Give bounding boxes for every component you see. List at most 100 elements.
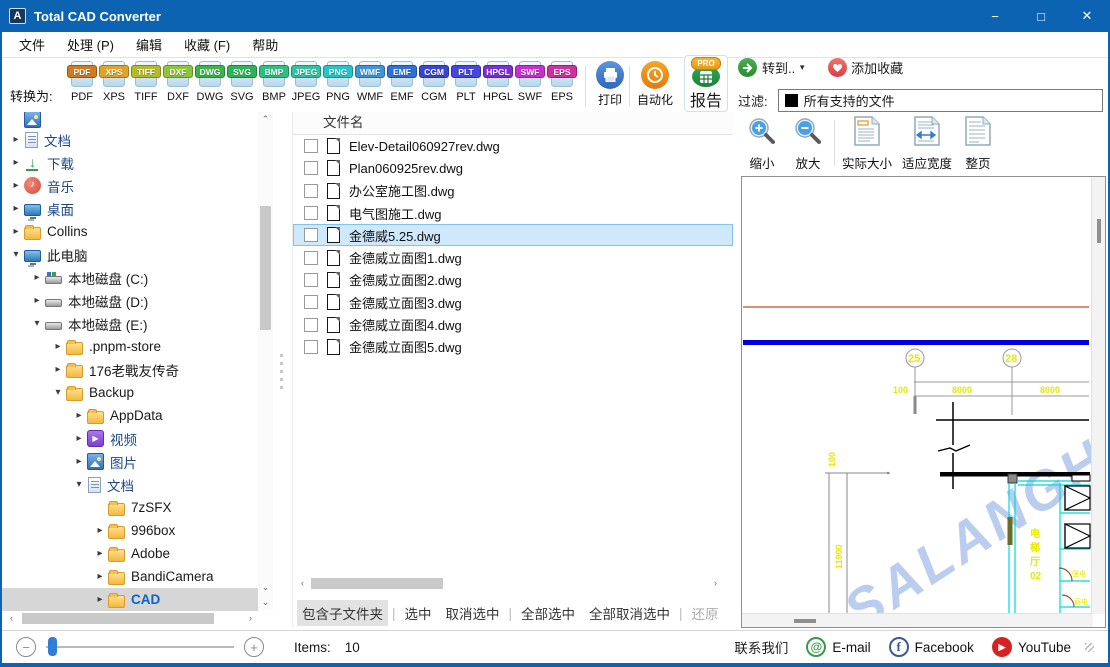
resize-grip[interactable] bbox=[1085, 643, 1094, 652]
file-checkbox[interactable] bbox=[304, 206, 318, 220]
format-button-svg[interactable]: SVGSVG bbox=[226, 60, 258, 103]
format-button-png[interactable]: PNGPNG bbox=[322, 60, 354, 103]
file-checkbox[interactable] bbox=[304, 228, 318, 242]
expander-icon[interactable]: ▸ bbox=[10, 226, 22, 237]
footer-button-4[interactable]: 全部选中 bbox=[516, 600, 580, 626]
format-button-plt[interactable]: PLTPLT bbox=[450, 60, 482, 103]
expander-icon[interactable]: ▸ bbox=[31, 272, 43, 283]
footer-button-6[interactable]: 还原 bbox=[687, 600, 724, 626]
file-row[interactable]: 金德威立面图3.dwg bbox=[293, 291, 733, 313]
zoom-out-button[interactable]: 缩小 bbox=[746, 116, 778, 172]
expander-icon[interactable]: ▸ bbox=[94, 525, 106, 536]
menu-favorites[interactable]: 收藏 (F) bbox=[173, 35, 241, 54]
tree-item-桌面[interactable]: ▸桌面 bbox=[2, 197, 258, 220]
tree-item-AppData[interactable]: ▸AppData bbox=[2, 404, 258, 427]
expander-icon[interactable]: ▸ bbox=[94, 548, 106, 559]
tree-item-CAD[interactable]: ▸CAD bbox=[2, 588, 258, 611]
menu-help[interactable]: 帮助 bbox=[241, 35, 289, 54]
file-checkbox[interactable] bbox=[304, 161, 318, 175]
expander-open-icon[interactable]: ▾ bbox=[31, 318, 43, 329]
tree-item-图片[interactable]: ▸图片 bbox=[2, 450, 258, 473]
report-button[interactable]: PRO 报告 bbox=[684, 55, 728, 112]
expander-icon[interactable]: ▸ bbox=[73, 410, 85, 421]
youtube-link[interactable]: ▶ YouTube bbox=[992, 637, 1071, 657]
tree-item-Adobe[interactable]: ▸Adobe bbox=[2, 542, 258, 565]
zoom-in-button[interactable]: 放大 bbox=[792, 116, 824, 172]
maximize-button[interactable]: □ bbox=[1018, 0, 1064, 32]
actual-size-button[interactable]: 实际大小 bbox=[838, 116, 896, 172]
close-button[interactable]: ✕ bbox=[1064, 0, 1110, 32]
format-button-pdf[interactable]: PDFPDF bbox=[66, 60, 98, 103]
thumbnail-zoom-in-button[interactable]: + bbox=[244, 637, 264, 657]
tree-item-文档[interactable]: ▾文档 bbox=[2, 473, 258, 496]
file-row[interactable]: 金德威立面图1.dwg bbox=[293, 246, 733, 268]
slider-thumb[interactable] bbox=[48, 637, 57, 656]
format-button-emf[interactable]: EMFEMF bbox=[386, 60, 418, 103]
email-link[interactable]: @ E-mail bbox=[806, 637, 870, 657]
file-checkbox[interactable] bbox=[304, 184, 318, 198]
tree-item-视频[interactable]: ▸▶视频 bbox=[2, 427, 258, 450]
file-row[interactable]: Plan060925rev.dwg bbox=[293, 157, 733, 179]
goto-button[interactable]: 转到.. ▼ bbox=[738, 58, 806, 77]
format-button-dwg[interactable]: DWGDWG bbox=[194, 60, 226, 103]
tree-item-176老戰友传奇[interactable]: ▸176老戰友传奇 bbox=[2, 358, 258, 381]
format-button-hpgl[interactable]: HPGLHPGL bbox=[482, 60, 514, 103]
format-button-tiff[interactable]: TIFFTIFF bbox=[130, 60, 162, 103]
footer-button-5[interactable]: 全部取消选中 bbox=[584, 600, 675, 626]
expander-open-icon[interactable]: ▾ bbox=[52, 387, 64, 398]
print-button[interactable]: 打印 bbox=[587, 61, 633, 108]
whole-page-button[interactable]: 整页 bbox=[960, 116, 996, 172]
menu-edit[interactable]: 编辑 bbox=[125, 35, 173, 54]
format-button-cgm[interactable]: CGMCGM bbox=[418, 60, 450, 103]
tree-item-7zSFX[interactable]: 7zSFX bbox=[2, 496, 258, 519]
panel-splitter[interactable] bbox=[274, 112, 290, 628]
preview-vertical-scrollbar[interactable] bbox=[1091, 177, 1105, 614]
expander-icon[interactable]: ▸ bbox=[94, 571, 106, 582]
fit-width-button[interactable]: 适应宽度 bbox=[898, 116, 956, 172]
tree-item-996box[interactable]: ▸996box bbox=[2, 519, 258, 542]
tree-vertical-scrollbar[interactable]: ⌃ ⌄ ⌄ bbox=[258, 112, 273, 610]
tree-item-下载[interactable]: ▸↓下载 bbox=[2, 151, 258, 174]
file-checkbox[interactable] bbox=[304, 139, 318, 153]
expander-icon[interactable]: ▸ bbox=[73, 433, 85, 444]
expander-icon[interactable]: ▸ bbox=[10, 203, 22, 214]
expander-icon[interactable]: ▸ bbox=[10, 134, 22, 145]
file-row[interactable]: 金德威立面图4.dwg bbox=[293, 313, 733, 335]
format-button-dxf[interactable]: DXFDXF bbox=[162, 60, 194, 103]
file-checkbox[interactable] bbox=[304, 251, 318, 265]
menu-file[interactable]: 文件 bbox=[8, 35, 56, 54]
expander-icon[interactable]: ▸ bbox=[10, 180, 22, 191]
file-checkbox[interactable] bbox=[304, 318, 318, 332]
expander-open-icon[interactable]: ▾ bbox=[10, 249, 22, 260]
file-checkbox[interactable] bbox=[304, 340, 318, 354]
format-button-swf[interactable]: SWFSWF bbox=[514, 60, 546, 103]
expander-icon[interactable]: ▸ bbox=[10, 157, 22, 168]
tree-item-.pnpm-store[interactable]: ▸.pnpm-store bbox=[2, 335, 258, 358]
expander-icon[interactable]: ▸ bbox=[31, 295, 43, 306]
file-row[interactable]: 金德威5.25.dwg bbox=[293, 224, 733, 246]
format-button-wmf[interactable]: WMFWMF bbox=[354, 60, 386, 103]
tree-item-Collins[interactable]: ▸Collins bbox=[2, 220, 258, 243]
footer-button-3[interactable]: 取消选中 bbox=[441, 600, 505, 626]
file-checkbox[interactable] bbox=[304, 295, 318, 309]
file-checkbox[interactable] bbox=[304, 273, 318, 287]
file-row[interactable]: 办公室施工图.dwg bbox=[293, 180, 733, 202]
automate-button[interactable]: 自动化 bbox=[632, 61, 678, 108]
file-row[interactable]: 金德威立面图5.dwg bbox=[293, 336, 733, 358]
format-button-eps[interactable]: EPSEPS bbox=[546, 60, 578, 103]
menu-process[interactable]: 处理 (P) bbox=[56, 35, 125, 54]
tree-item-此电脑[interactable]: ▾此电脑 bbox=[2, 243, 258, 266]
file-list-header[interactable]: 文件名 bbox=[293, 112, 733, 135]
file-row[interactable]: 金德威立面图2.dwg bbox=[293, 269, 733, 291]
tree-item-本地磁盘 (E:)[interactable]: ▾本地磁盘 (E:) bbox=[2, 312, 258, 335]
expander-open-icon[interactable]: ▾ bbox=[73, 479, 85, 490]
contact-us-link[interactable]: 联系我们 bbox=[734, 637, 788, 657]
tree-horizontal-scrollbar[interactable]: ‹ › bbox=[4, 611, 258, 626]
file-row[interactable]: 电气图施工.dwg bbox=[293, 202, 733, 224]
footer-button-2[interactable]: 选中 bbox=[400, 600, 437, 626]
tree-item-partial[interactable] bbox=[2, 112, 258, 128]
format-button-jpeg[interactable]: JPEGJPEG bbox=[290, 60, 322, 103]
minimize-button[interactable]: − bbox=[972, 0, 1018, 32]
file-row[interactable]: Elev-Detail060927rev.dwg bbox=[293, 135, 733, 157]
format-button-bmp[interactable]: BMPBMP bbox=[258, 60, 290, 103]
